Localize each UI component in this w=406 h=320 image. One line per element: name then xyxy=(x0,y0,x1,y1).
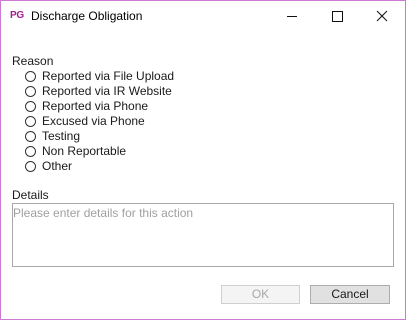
minimize-button[interactable] xyxy=(269,1,315,32)
radio-label[interactable]: Testing xyxy=(42,129,80,144)
radio-button[interactable] xyxy=(25,146,36,157)
radio-button[interactable] xyxy=(25,116,36,127)
radio-label[interactable]: Other xyxy=(42,159,72,174)
radio-label[interactable]: Reported via IR Website xyxy=(42,84,172,99)
radio-non-reportable[interactable]: Non Reportable xyxy=(25,144,126,159)
radio-reported-via-phone[interactable]: Reported via Phone xyxy=(25,99,148,114)
maximize-icon xyxy=(332,11,343,22)
title-bar[interactable]: PG Discharge Obligation xyxy=(1,1,405,32)
radio-label[interactable]: Excused via Phone xyxy=(42,114,145,129)
radio-excused-via-phone[interactable]: Excused via Phone xyxy=(25,114,145,129)
window-title: Discharge Obligation xyxy=(31,9,143,23)
dialog-window: PG Discharge Obligation Reason Reported … xyxy=(0,0,406,320)
ok-button[interactable]: OK xyxy=(221,285,300,304)
app-logo-icon: PG xyxy=(10,10,24,21)
radio-button[interactable] xyxy=(25,101,36,112)
details-label: Details xyxy=(12,188,49,202)
radio-label[interactable]: Reported via Phone xyxy=(42,99,148,114)
maximize-button[interactable] xyxy=(314,1,360,32)
radio-reported-via-ir-website[interactable]: Reported via IR Website xyxy=(25,84,172,99)
minimize-icon xyxy=(287,16,297,17)
radio-button[interactable] xyxy=(25,86,36,97)
cancel-button[interactable]: Cancel xyxy=(310,285,390,304)
radio-button[interactable] xyxy=(25,131,36,142)
reason-label: Reason xyxy=(12,54,54,68)
radio-label[interactable]: Reported via File Upload xyxy=(42,69,174,84)
radio-button[interactable] xyxy=(25,71,36,82)
radio-reported-via-file-upload[interactable]: Reported via File Upload xyxy=(25,69,174,84)
radio-label[interactable]: Non Reportable xyxy=(42,144,126,159)
close-button[interactable] xyxy=(359,1,405,32)
details-textarea[interactable] xyxy=(12,203,394,267)
close-icon xyxy=(376,10,388,22)
radio-button[interactable] xyxy=(25,161,36,172)
radio-other[interactable]: Other xyxy=(25,159,72,174)
radio-testing[interactable]: Testing xyxy=(25,129,80,144)
